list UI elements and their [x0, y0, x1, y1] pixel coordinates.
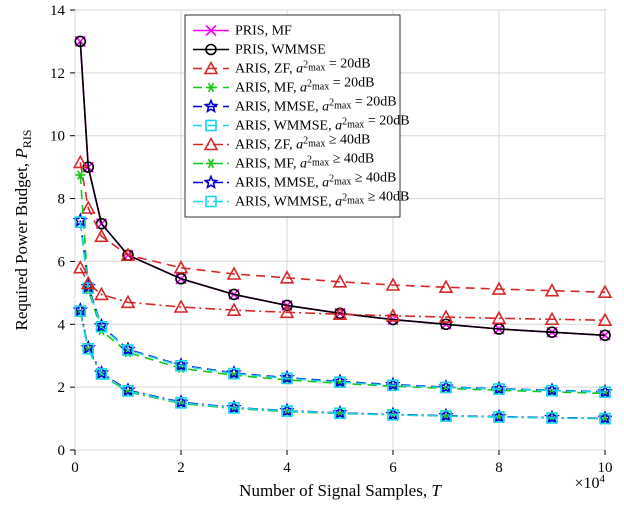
svg-text:4: 4 [283, 460, 291, 476]
chart-svg: 024681002468101214×104Number of Signal S… [0, 0, 624, 506]
svg-text:6: 6 [58, 254, 66, 270]
svg-text:4: 4 [58, 317, 66, 333]
svg-text:0: 0 [71, 460, 79, 476]
line-chart: { "chart_data": { "type": "line", "xlabe… [0, 0, 624, 506]
svg-text:14: 14 [50, 3, 66, 19]
svg-text:12: 12 [50, 66, 65, 82]
svg-text:8: 8 [495, 460, 503, 476]
svg-text:PRIS, MF: PRIS, MF [235, 24, 292, 39]
svg-text:2: 2 [177, 460, 185, 476]
svg-text:10: 10 [50, 129, 65, 145]
legend: PRIS, MFPRIS, WMMSEARIS, ZF, a2max = 20d… [185, 15, 410, 217]
x-axis-title: Number of Signal Samples, T [239, 481, 442, 500]
svg-text:8: 8 [58, 192, 66, 208]
svg-text:0: 0 [58, 443, 66, 459]
x-exponent-label: ×104 [574, 473, 605, 492]
svg-text:PRIS, WMMSE: PRIS, WMMSE [235, 43, 326, 58]
svg-text:2: 2 [58, 380, 66, 396]
y-axis-title: Required Power Budget, PRIS [12, 130, 34, 331]
svg-text:6: 6 [389, 460, 397, 476]
